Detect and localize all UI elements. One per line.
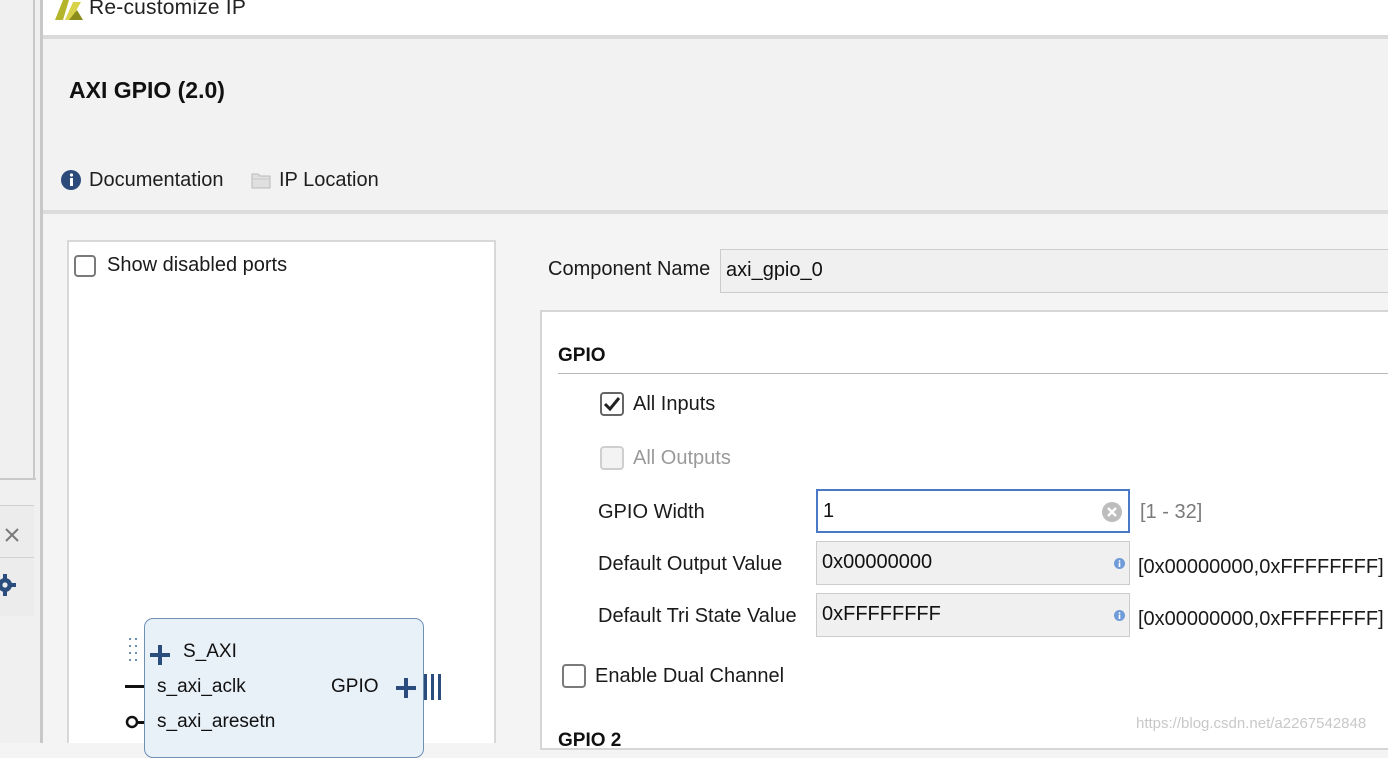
all-outputs-label: All Outputs (633, 446, 731, 469)
default-output-value: 0x00000000 (822, 551, 933, 573)
enable-dual-channel-checkbox[interactable] (562, 664, 586, 688)
default-tristate-range: [0x00000000,0xFFFFFFFF] (1138, 608, 1384, 630)
watermark: https://blog.csdn.net/a2267542848 (1136, 715, 1367, 732)
default-output-range: [0x00000000,0xFFFFFFFF] (1138, 556, 1384, 578)
gear-icon[interactable] (0, 574, 16, 596)
all-inputs-checkbox[interactable] (600, 392, 624, 416)
default-tristate-input[interactable]: 0xFFFFFFFF (816, 593, 1130, 637)
section-divider (558, 373, 1388, 374)
clear-icon[interactable] (1101, 501, 1123, 523)
plus-icon[interactable] (149, 644, 171, 666)
all-inputs-option[interactable]: All Inputs (600, 392, 715, 416)
port-s-axi: S_AXI (183, 641, 237, 662)
ip-location-link[interactable]: IP Location (251, 168, 379, 192)
enable-dual-channel-label: Enable Dual Channel (595, 664, 785, 687)
show-disabled-ports-checkbox[interactable] (74, 254, 96, 277)
show-disabled-ports-label: Show disabled ports (107, 254, 288, 276)
vivado-logo-icon (55, 0, 83, 20)
ip-location-label: IP Location (279, 168, 379, 191)
info-icon (61, 170, 81, 190)
port-connectors-left (125, 638, 144, 729)
bus-dots-icon (129, 638, 137, 661)
all-inputs-label: All Inputs (633, 392, 716, 415)
documentation-label: Documentation (89, 168, 224, 191)
gpio-width-range: [1 - 32] (1140, 501, 1203, 523)
all-outputs-checkbox (600, 446, 624, 470)
all-outputs-option: All Outputs (600, 446, 731, 470)
default-tristate-label: Default Tri State Value (598, 605, 797, 627)
component-name-label: Component Name (548, 258, 711, 280)
plus-icon[interactable] (395, 677, 417, 699)
header-separator (43, 210, 1388, 214)
reset-port-bubble (125, 715, 139, 729)
clock-port-line (125, 685, 144, 688)
show-disabled-ports-option[interactable]: Show disabled ports (74, 254, 287, 277)
gpio-bus-connector-icon (424, 674, 441, 700)
enable-dual-channel-option[interactable]: Enable Dual Channel (562, 664, 784, 688)
ip-block[interactable]: S_AXI s_axi_aclk s_axi_aresetn GPIO (144, 618, 424, 758)
component-name-input[interactable]: axi_gpio_0 (720, 249, 1388, 293)
gpio-width-input[interactable]: 1 (816, 489, 1130, 533)
ip-title: AXI GPIO (2.0) (69, 77, 225, 103)
port-s-axi-aresetn: s_axi_aresetn (157, 711, 276, 732)
info-icon (1114, 610, 1125, 621)
header-area (43, 39, 1388, 210)
port-s-axi-aclk: s_axi_aclk (157, 676, 246, 697)
default-output-input[interactable]: 0x00000000 (816, 541, 1130, 585)
default-output-label: Default Output Value (598, 553, 783, 575)
background-panel (0, 505, 34, 616)
documentation-link[interactable]: Documentation (61, 168, 224, 192)
title-bar: Re-customize IP (43, 0, 1388, 35)
close-icon[interactable] (3, 526, 21, 544)
gpio2-section-title: GPIO 2 (558, 730, 622, 751)
gpio-width-value: 1 (823, 500, 835, 522)
port-gpio: GPIO (331, 676, 379, 697)
background-window-strip (0, 0, 43, 743)
window-title: Re-customize IP (89, 0, 247, 19)
info-icon (1114, 558, 1125, 569)
gpio-width-label: GPIO Width (598, 501, 705, 523)
gpio-section-title: GPIO (558, 345, 606, 366)
checkmark-icon (603, 397, 621, 412)
folder-icon (251, 173, 271, 189)
default-tristate-value: 0xFFFFFFFF (822, 603, 941, 625)
